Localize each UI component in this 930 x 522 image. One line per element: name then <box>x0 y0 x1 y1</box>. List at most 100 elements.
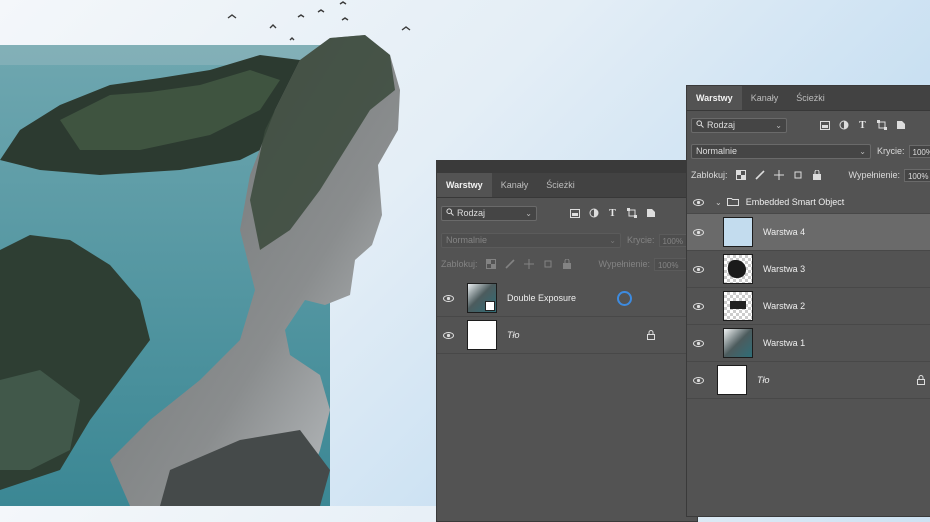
birds <box>227 1 411 41</box>
lock-move-icon[interactable] <box>774 170 785 181</box>
type-filter-icon[interactable]: T <box>857 120 868 131</box>
layer-name: Warstwa 1 <box>763 338 806 348</box>
lock-all-icon[interactable] <box>562 259 573 270</box>
lock-move-icon[interactable] <box>524 259 535 270</box>
pixel-filter-icon[interactable] <box>569 208 580 219</box>
tab-layers[interactable]: Warstwy <box>437 173 492 197</box>
tab-layers[interactable]: Warstwy <box>687 86 742 110</box>
eye-icon[interactable] <box>687 339 709 347</box>
layer-row[interactable]: Tło <box>437 317 697 354</box>
blend-mode-select[interactable]: Normalnie ⌄ <box>691 143 871 159</box>
layers-panel-smart-object: Warstwy Kanały Ścieżki Rodzaj ⌄ T Normal… <box>686 85 930 517</box>
tab-channels[interactable]: Kanały <box>492 173 538 197</box>
pixel-filter-icon[interactable] <box>819 120 830 131</box>
lock-transparent-icon[interactable] <box>486 259 497 270</box>
lock-artboard-icon[interactable] <box>543 259 554 270</box>
blend-row: Normalnie ⌄ Krycie: 100% <box>437 228 697 252</box>
adjustment-filter-icon[interactable] <box>838 120 849 131</box>
opacity-input[interactable]: 100% <box>908 144 930 158</box>
fill-input[interactable]: 100% <box>903 168 930 182</box>
smart-object-filter-icon[interactable] <box>895 120 906 131</box>
panel-collapse-bar[interactable]: « <box>437 161 697 173</box>
fill-input[interactable]: 100% <box>653 257 688 271</box>
layer-filter-label: Rodzaj <box>457 208 486 218</box>
layer-thumbnail <box>723 217 753 247</box>
opacity-label: Krycie: <box>877 146 905 156</box>
chevron-down-icon: ⌄ <box>775 120 782 130</box>
lock-row: Zablokuj: Wypełnienie: 100% <box>687 163 930 187</box>
layer-name: Tło <box>507 330 520 340</box>
layer-row[interactable]: Tło <box>687 362 930 399</box>
filter-row: Rodzaj ⌄ T <box>687 111 930 139</box>
chevron-down-icon: ⌄ <box>525 208 532 218</box>
lock-icon <box>917 375 925 387</box>
shape-filter-icon[interactable] <box>626 208 637 219</box>
group-name: Embedded Smart Object <box>745 197 845 207</box>
lock-transparent-icon[interactable] <box>736 170 747 181</box>
eye-icon[interactable] <box>687 302 709 310</box>
loading-spinner-icon <box>617 291 632 306</box>
lock-brush-icon[interactable] <box>755 170 766 181</box>
layer-filter-select[interactable]: Rodzaj ⌄ <box>441 205 537 221</box>
blend-mode-value: Normalnie <box>446 235 488 245</box>
layer-thumbnail <box>717 365 747 395</box>
layer-group-row[interactable]: ⌄ Embedded Smart Object <box>687 191 930 214</box>
chevron-down-icon: ⌄ <box>859 146 866 156</box>
panel-tabs: Warstwy Kanały Ścieżki <box>687 86 930 111</box>
eye-icon[interactable] <box>437 331 459 339</box>
tab-channels[interactable]: Kanały <box>742 86 788 110</box>
eye-icon[interactable] <box>687 265 709 273</box>
blend-mode-value: Normalnie <box>696 146 738 156</box>
layer-row[interactable]: Warstwa 1 <box>687 325 930 362</box>
eye-icon[interactable] <box>437 294 459 302</box>
layer-name: Warstwa 3 <box>763 264 806 274</box>
layer-thumbnail <box>723 254 753 284</box>
smart-object-filter-icon[interactable] <box>645 208 656 219</box>
lock-brush-icon[interactable] <box>505 259 516 270</box>
layer-filter-select[interactable]: Rodzaj ⌄ <box>691 117 787 133</box>
panel-tabs: Warstwy Kanały Ścieżki <box>437 173 697 198</box>
layer-thumbnail <box>723 328 753 358</box>
eye-icon[interactable] <box>687 376 709 384</box>
layer-thumbnail <box>723 291 753 321</box>
layer-list: ⌄ Embedded Smart Object Warstwa 4 Warstw… <box>687 191 930 399</box>
filter-row: Rodzaj ⌄ T <box>437 198 697 228</box>
fill-label: Wypełnienie: <box>848 170 900 180</box>
layer-row[interactable]: Warstwa 4 <box>687 214 930 251</box>
blend-row: Normalnie ⌄ Krycie: 100% <box>687 139 930 163</box>
blend-mode-select[interactable]: Normalnie ⌄ <box>441 232 621 248</box>
opacity-label: Krycie: <box>627 235 655 245</box>
layer-thumbnail <box>467 320 497 350</box>
lock-artboard-icon[interactable] <box>793 170 804 181</box>
layer-name: Warstwa 2 <box>763 301 806 311</box>
lock-row: Zablokuj: Wypełnienie: 100% <box>437 252 697 276</box>
search-icon <box>696 120 704 130</box>
chevron-down-icon: ⌄ <box>609 235 616 245</box>
lock-label: Zablokuj: <box>441 259 478 269</box>
lock-label: Zablokuj: <box>691 170 728 180</box>
tab-paths[interactable]: Ścieżki <box>787 86 834 110</box>
folder-icon <box>726 197 739 208</box>
layer-name: Warstwa 4 <box>763 227 806 237</box>
eye-icon[interactable] <box>687 198 709 206</box>
shape-filter-icon[interactable] <box>876 120 887 131</box>
layer-filter-label: Rodzaj <box>707 120 736 130</box>
layer-name: Tło <box>757 375 770 385</box>
search-icon <box>446 208 454 218</box>
layer-thumbnail <box>467 283 497 313</box>
layer-name: Double Exposure <box>507 293 577 303</box>
layer-row[interactable]: Warstwa 2 <box>687 288 930 325</box>
adjustment-filter-icon[interactable] <box>588 208 599 219</box>
layer-row[interactable]: Warstwa 3 <box>687 251 930 288</box>
lock-icon <box>647 330 655 342</box>
layers-panel-main: « Warstwy Kanały Ścieżki Rodzaj ⌄ T Norm… <box>436 160 698 522</box>
smart-object-badge-icon <box>485 301 495 311</box>
type-filter-icon[interactable]: T <box>607 208 618 219</box>
layer-list: Double Exposure Tło <box>437 280 697 354</box>
chevron-down-icon[interactable]: ⌄ <box>715 198 722 207</box>
eye-icon[interactable] <box>687 228 709 236</box>
tab-paths[interactable]: Ścieżki <box>537 173 584 197</box>
lock-all-icon[interactable] <box>812 170 823 181</box>
fill-label: Wypełnienie: <box>598 259 650 269</box>
layer-row[interactable]: Double Exposure <box>437 280 697 317</box>
